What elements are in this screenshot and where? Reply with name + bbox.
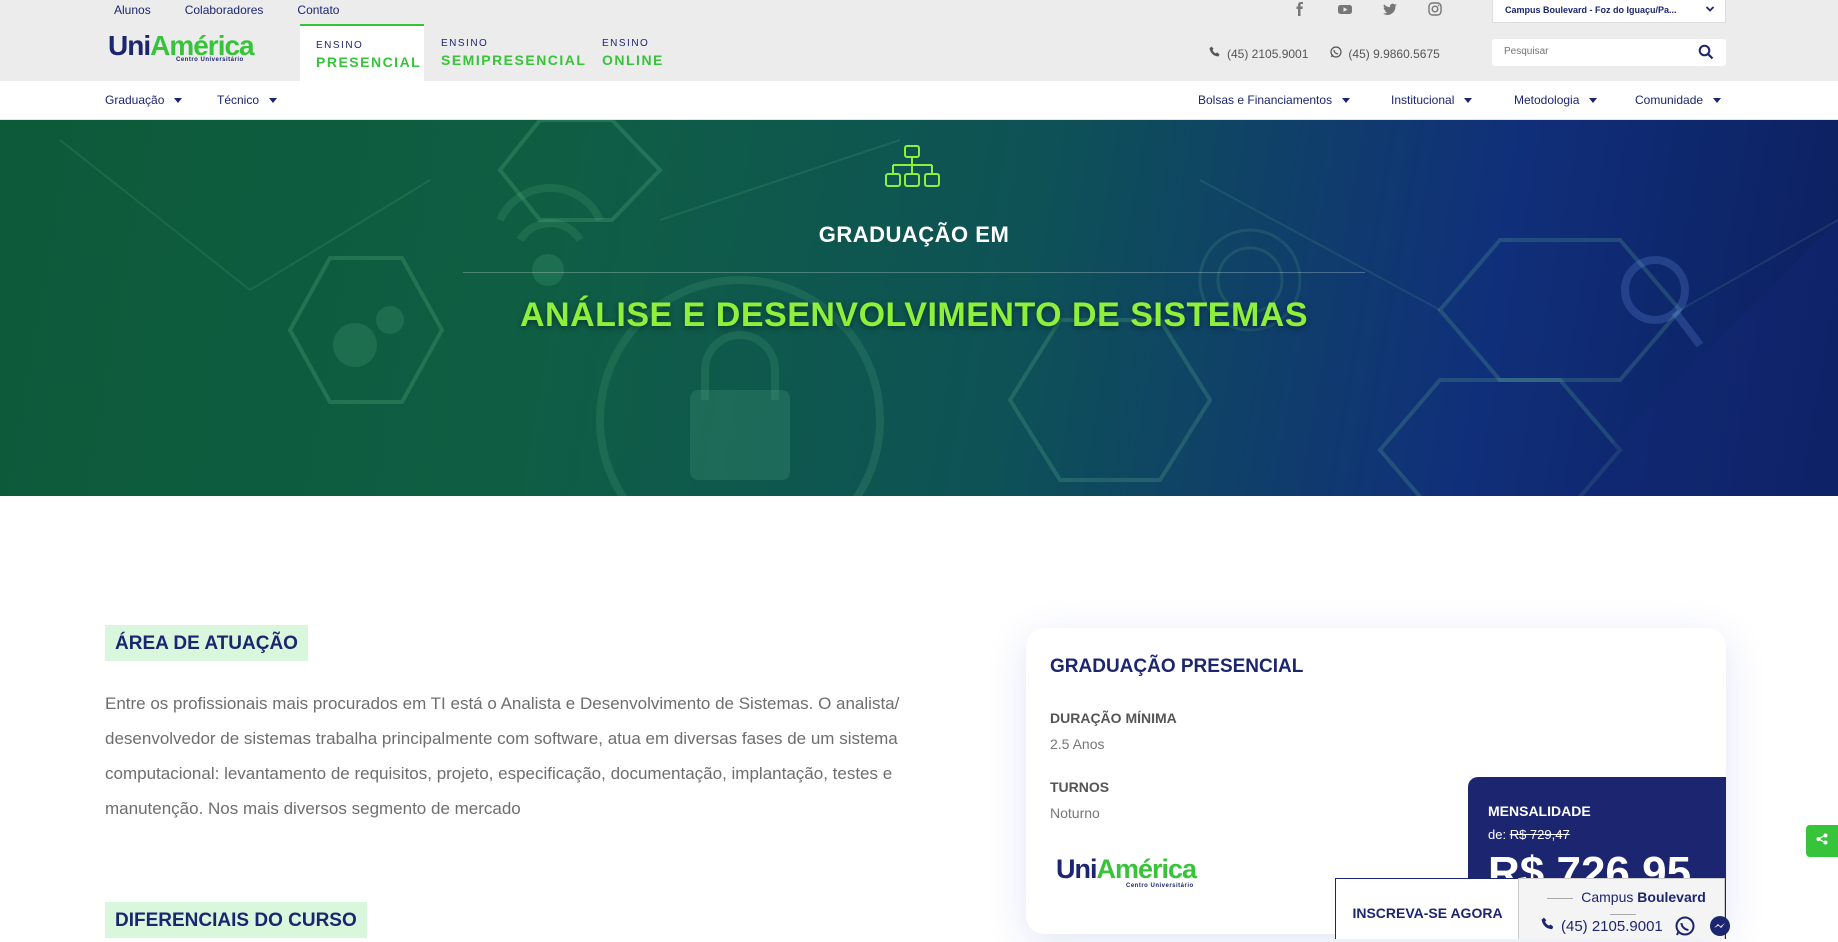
tab-kicker: ENSINO [316,40,364,51]
share-icon [1816,833,1828,848]
caret-down-icon [1342,97,1351,103]
tab-label: PRESENCIAL [316,54,422,70]
campus-select-value: Campus Boulevard - Foz do Iguaçu/Pa... [1505,5,1677,15]
search-box [1492,39,1726,66]
main-nav: Graduação Técnico Bolsas e Financiamento… [0,81,1838,120]
instagram-icon[interactable] [1428,2,1442,16]
diferenciais-heading: DIFERENCIAIS DO CURSO [105,902,367,938]
link-alunos[interactable]: Alunos [104,0,161,20]
caret-down-icon [174,97,183,103]
duracao-label: DURAÇÃO MÍNIMA [1050,710,1177,726]
nav-tecnico[interactable]: Técnico [217,93,278,107]
nav-institucional[interactable]: Institucional [1391,93,1473,107]
price-old-line: de: R$ 729,47 [1488,827,1706,842]
logo-subtitle: Centro Universitário [1126,883,1194,889]
caret-down-icon [1589,97,1598,103]
area-description: Entre os profissionais mais procurados e… [105,694,900,818]
nav-comunidade[interactable]: Comunidade [1635,93,1722,107]
logo-subtitle: Centro Universitário [176,57,244,63]
duracao-value: 2.5 Anos [1050,736,1105,752]
hero-title: ANÁLISE E DESENVOLVIMENTO DE SISTEMAS [519,296,1308,334]
tab-ensino-online[interactable]: ENSINO ONLINE [586,24,696,81]
whatsapp-contact[interactable]: (45) 9.9860.5675 [1330,46,1440,61]
tab-ensino-presencial[interactable]: ENSINO PRESENCIAL [300,24,424,81]
hero-divider [463,272,1365,273]
search-icon[interactable] [1698,44,1714,60]
chevron-down-icon [1705,4,1715,17]
price-de: de: [1488,827,1507,842]
caret-down-icon [1464,97,1473,103]
price-old: R$ 729,47 [1509,827,1570,842]
tab-label: ONLINE [602,52,664,68]
campus-phone-number: (45) 2105.9001 [1561,917,1663,935]
youtube-icon[interactable] [1338,2,1352,16]
hero-banner: GRADUAÇÃO EM ANÁLISE E DESENVOLVIMENTO D… [0,120,1838,496]
nav-label: Metodologia [1514,93,1580,107]
nav-bolsas[interactable]: Bolsas e Financiamentos [1198,93,1351,107]
area-heading: ÁREA DE ATUAÇÃO [105,625,308,661]
logo[interactable]: UniAmérica Centro Universitário [108,32,258,68]
phone-number: (45) 2105.9001 [1227,46,1309,61]
search-input[interactable] [1492,39,1682,64]
card-title: GRADUAÇÃO PRESENCIAL [1050,656,1304,677]
inscreva-se-button[interactable]: INSCREVA-SE AGORA [1335,878,1520,939]
whatsapp-number: (45) 9.9860.5675 [1348,46,1440,61]
logo-uni: Uni [1056,854,1097,884]
campus-prefix: Campus [1581,889,1634,905]
campus-phone[interactable]: (45) 2105.9001 [1541,917,1663,935]
nav-label: Comunidade [1635,93,1704,107]
tab-ensino-semipresencial[interactable]: ENSINO SEMIPRESENCIAL [425,24,585,81]
nav-graduacao[interactable]: Graduação [105,93,183,107]
top-links: Alunos Colaboradores Contato [104,0,369,20]
tab-kicker: ENSINO [602,38,650,49]
tab-label: SEMIPRESENCIAL [441,52,587,68]
price-label: MENSALIDADE [1488,803,1591,819]
facebook-icon[interactable] [1293,2,1307,16]
sitemap-icon [885,144,941,190]
phone-icon [1209,46,1221,61]
campus-contact-box: Campus Boulevard (45) 2105.9001 [1518,878,1730,939]
contact-phones: (45) 2105.9001 (45) 9.9860.5675 [1209,46,1462,61]
caret-down-icon [269,97,278,103]
whatsapp-icon[interactable] [1674,915,1696,937]
card-logo: UniAmérica Centro Universitário [1056,854,1198,890]
hero-subtitle: GRADUAÇÃO EM [818,222,1010,247]
link-contato[interactable]: Contato [287,0,349,20]
share-button[interactable] [1806,825,1838,857]
tab-kicker: ENSINO [441,38,489,49]
social-links [1293,2,1473,16]
logo-america: América [1096,854,1198,884]
nav-label: Institucional [1391,93,1455,107]
caret-down-icon [1713,97,1722,103]
phone-contact[interactable]: (45) 2105.9001 [1209,46,1308,61]
phone-icon [1541,917,1555,935]
messenger-icon[interactable] [1709,915,1731,937]
nav-label: Bolsas e Financiamentos [1198,93,1333,107]
campus-select[interactable]: Campus Boulevard - Foz do Iguaçu/Pa... [1492,0,1726,23]
logo-uni: Uni [108,30,151,61]
turnos-label: TURNOS [1050,779,1110,795]
twitter-icon[interactable] [1383,2,1397,16]
whatsapp-icon [1330,46,1343,61]
nav-label: Técnico [217,93,260,107]
top-bar: Alunos Colaboradores Contato UniAmérica … [0,0,1838,81]
campus-name: Boulevard [1637,889,1706,905]
link-colaboradores[interactable]: Colaboradores [175,0,274,20]
nav-metodologia[interactable]: Metodologia [1514,93,1598,107]
turnos-value: Noturno [1050,805,1100,821]
nav-label: Graduação [105,93,165,107]
